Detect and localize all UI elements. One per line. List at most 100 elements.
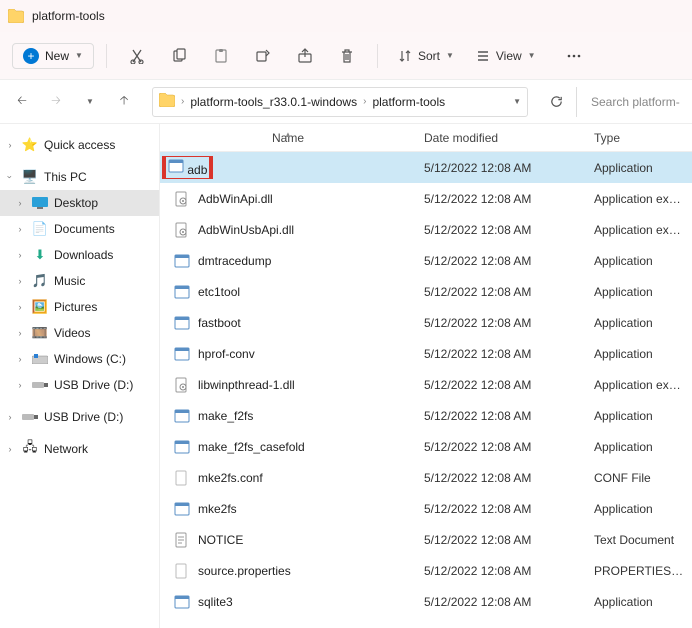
file-row[interactable]: AdbWinUsbApi.dll5/12/2022 12:08 AMApplic… [160, 214, 692, 245]
view-icon [476, 49, 490, 63]
refresh-button[interactable] [542, 88, 570, 116]
chevron-right-icon[interactable]: › [4, 412, 16, 422]
col-date-label: Date modified [424, 131, 498, 145]
file-row[interactable]: fastboot5/12/2022 12:08 AMApplication [160, 307, 692, 338]
search-input[interactable]: Search platform- [576, 87, 684, 117]
chevron-right-icon[interactable]: › [14, 224, 26, 234]
chevron-down-icon: ▼ [446, 51, 454, 60]
cell-name: mke2fs [160, 501, 416, 517]
copy-button[interactable] [161, 38, 197, 74]
forward-button[interactable]: 🡢 [42, 88, 70, 116]
tree-label: USB Drive (D:) [44, 410, 123, 424]
file-row[interactable]: dmtracedump5/12/2022 12:08 AMApplication [160, 245, 692, 276]
tree-quick-access[interactable]: › ⭐ Quick access [0, 132, 159, 158]
file-row[interactable]: sqlite35/12/2022 12:08 AMApplication [160, 586, 692, 617]
file-row[interactable]: adb5/12/2022 12:08 AMApplication [160, 152, 692, 183]
tree-videos[interactable]: ›🎞️Videos [0, 320, 159, 346]
file-icon [174, 222, 190, 238]
chevron-right-icon[interactable]: › [181, 96, 184, 107]
file-row[interactable]: make_f2fs5/12/2022 12:08 AMApplication [160, 400, 692, 431]
recent-dropdown[interactable]: ▼ [76, 88, 104, 116]
cell-name: NOTICE [160, 532, 416, 548]
tree-network[interactable]: ›🖧Network [0, 436, 159, 462]
col-type[interactable]: Type [586, 131, 692, 145]
new-button[interactable]: + New ▼ [12, 43, 94, 69]
file-row[interactable]: NOTICE5/12/2022 12:08 AMText Document [160, 524, 692, 555]
tree-desktop[interactable]: › Desktop [0, 190, 159, 216]
file-name: fastboot [198, 316, 241, 330]
chevron-right-icon[interactable]: › [14, 302, 26, 312]
up-button[interactable]: 🡡 [110, 88, 138, 116]
file-name: source.properties [198, 564, 291, 578]
tree-label: Downloads [54, 248, 113, 262]
col-type-label: Type [594, 131, 620, 145]
rename-button[interactable] [245, 38, 281, 74]
chevron-down-icon[interactable]: › [5, 171, 15, 183]
cell-name: mke2fs.conf [160, 470, 416, 486]
file-row[interactable]: make_f2fs_casefold5/12/2022 12:08 AMAppl… [160, 431, 692, 462]
file-row[interactable]: mke2fs.conf5/12/2022 12:08 AMCONF File [160, 462, 692, 493]
tree-label: USB Drive (D:) [54, 378, 133, 392]
chevron-down-icon[interactable]: ▼ [513, 97, 521, 106]
back-button[interactable]: 🡠 [8, 88, 36, 116]
cell-type: Application [586, 440, 692, 454]
file-icon [174, 563, 190, 579]
tree-this-pc[interactable]: › 🖥️ This PC [0, 164, 159, 190]
cell-type: Application exten... [586, 223, 692, 237]
file-row[interactable]: libwinpthread-1.dll5/12/2022 12:08 AMApp… [160, 369, 692, 400]
cell-type: PROPERTIES File [586, 564, 692, 578]
share-button[interactable] [287, 38, 323, 74]
tree-pictures[interactable]: ›🖼️Pictures [0, 294, 159, 320]
view-button[interactable]: View ▼ [468, 45, 544, 67]
file-icon [174, 191, 190, 207]
file-name: AdbWinApi.dll [198, 192, 273, 206]
cell-name: adb [160, 156, 416, 179]
tree-documents[interactable]: ›📄Documents [0, 216, 159, 242]
chevron-right-icon[interactable]: › [14, 328, 26, 338]
sort-icon [398, 49, 412, 63]
file-icon [174, 532, 190, 548]
chevron-right-icon[interactable]: › [363, 96, 366, 107]
file-rows: adb5/12/2022 12:08 AMApplicationAdbWinAp… [160, 152, 692, 617]
breadcrumb-item[interactable]: platform-tools_r33.0.1-windows [190, 95, 357, 109]
file-name: sqlite3 [198, 595, 233, 609]
chevron-right-icon[interactable]: › [14, 354, 26, 364]
cell-type: Application [586, 409, 692, 423]
chevron-right-icon[interactable]: › [14, 380, 26, 390]
tree-windows-c[interactable]: ›Windows (C:) [0, 346, 159, 372]
col-name[interactable]: ▲ Name [160, 131, 416, 145]
tree-label: Desktop [54, 196, 98, 210]
file-row[interactable]: AdbWinApi.dll5/12/2022 12:08 AMApplicati… [160, 183, 692, 214]
cut-button[interactable] [119, 38, 155, 74]
file-row[interactable]: hprof-conv5/12/2022 12:08 AMApplication [160, 338, 692, 369]
chevron-right-icon[interactable]: › [4, 444, 16, 454]
cell-date: 5/12/2022 12:08 AM [416, 471, 586, 485]
chevron-right-icon[interactable]: › [14, 250, 26, 260]
chevron-right-icon[interactable]: › [14, 276, 26, 286]
delete-button[interactable] [329, 38, 365, 74]
file-name: libwinpthread-1.dll [198, 378, 295, 392]
tree-usb-d-root[interactable]: › USB Drive (D:) [0, 404, 159, 430]
more-button[interactable] [556, 38, 592, 74]
file-list: ▲ Name Date modified Type adb5/12/2022 1… [160, 124, 692, 628]
tree-usb-d[interactable]: › USB Drive (D:) [0, 372, 159, 398]
new-label: New [45, 49, 69, 63]
col-date[interactable]: Date modified [416, 131, 586, 145]
toolbar: + New ▼ Sort ▼ View ▼ [0, 32, 692, 80]
file-name: adb [187, 163, 207, 177]
address-bar[interactable]: › platform-tools_r33.0.1-windows › platf… [152, 87, 528, 117]
tree-music[interactable]: ›🎵Music [0, 268, 159, 294]
cell-date: 5/12/2022 12:08 AM [416, 192, 586, 206]
breadcrumb-item[interactable]: platform-tools [372, 95, 445, 109]
sort-button[interactable]: Sort ▼ [390, 45, 462, 67]
file-row[interactable]: source.properties5/12/2022 12:08 AMPROPE… [160, 555, 692, 586]
chevron-right-icon[interactable]: › [14, 198, 26, 208]
file-row[interactable]: mke2fs5/12/2022 12:08 AMApplication [160, 493, 692, 524]
folder-icon [159, 93, 175, 110]
file-row[interactable]: etc1tool5/12/2022 12:08 AMApplication [160, 276, 692, 307]
paste-button[interactable] [203, 38, 239, 74]
tree-downloads[interactable]: ›⬇Downloads [0, 242, 159, 268]
cell-type: Application [586, 254, 692, 268]
column-headers: ▲ Name Date modified Type [160, 124, 692, 152]
chevron-right-icon[interactable]: › [4, 140, 16, 150]
